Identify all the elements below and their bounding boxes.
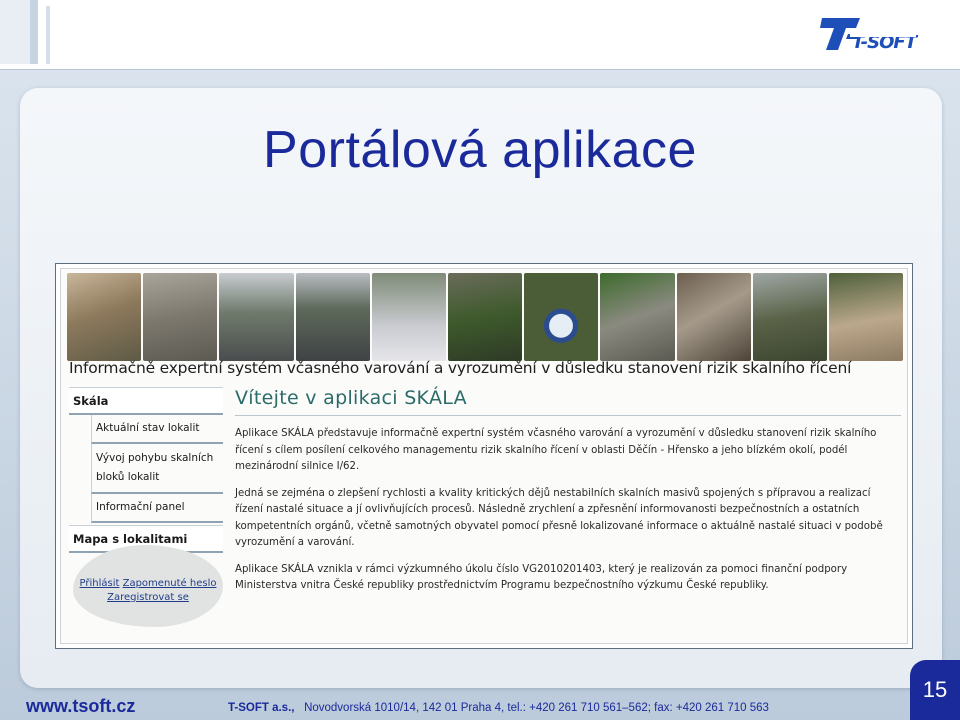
register-link[interactable]: Zaregistrovat se [107, 592, 189, 603]
app-screenshot: Informačně expertní systém včasného varo… [55, 263, 913, 649]
welcome-title: Vítejte v aplikaci SKÁLA [235, 387, 901, 416]
app-window: Informačně expertní systém včasného varo… [60, 268, 908, 644]
photo-road-wet [219, 273, 294, 361]
tsoft-logo: T-SOFT [820, 18, 920, 53]
slide-title: Portálová aplikace [263, 121, 697, 179]
top-header-bar: T-SOFT [0, 0, 960, 70]
app-content: Vítejte v aplikaci SKÁLA Aplikace SKÁLA … [235, 387, 901, 605]
footer-address: T-SOFT a.s., Novodvorská 1010/14, 142 01… [228, 702, 769, 714]
sidebar-item-aktualni-stav[interactable]: Aktuální stav lokalit [91, 415, 223, 444]
sidebar-item-vyvoj-pohybu[interactable]: Vývoj pohybu skalních bloků lokalit [91, 444, 223, 494]
photo-rock-site [447, 273, 523, 361]
photo-road-wet-2 [295, 273, 370, 361]
header-decoration [0, 0, 38, 64]
photo-rock-cliff [67, 273, 142, 361]
login-links: Přihlásit Zapomenuté heslo Zaregistrovat… [73, 577, 223, 605]
footer-website[interactable]: www.tsoft.cz [26, 696, 135, 717]
login-link[interactable]: Přihlásit [80, 578, 120, 589]
photo-police-car [371, 273, 446, 361]
content-paragraph-3: Aplikace SKÁLA vznikla v rámci výzkumnéh… [235, 563, 848, 592]
photo-forest-rock [752, 273, 827, 361]
photo-mossy-rocks [600, 273, 675, 361]
sidebar-item-skala[interactable]: Skála [69, 387, 223, 415]
photo-rock-face [676, 273, 751, 361]
forgot-password-link[interactable]: Zapomenuté heslo [123, 578, 217, 589]
photo-rock-wall [143, 273, 218, 361]
footer-company: T-SOFT a.s., [228, 702, 295, 714]
header-accent-line [46, 6, 50, 64]
app-sidebar: Skála Aktuální stav lokalit Vývoj pohybu… [69, 387, 223, 553]
sidebar-item-informacni-panel[interactable]: Informační panel [91, 494, 223, 523]
content-paragraph-2: Jedná se zejména o zlepšení rychlosti a … [235, 487, 883, 549]
app-banner-title: Informačně expertní systém včasného varo… [69, 359, 852, 377]
page-number-badge: 15 [910, 660, 960, 720]
content-paragraph-1: Aplikace SKÁLA představuje informačně ex… [235, 428, 877, 472]
footer-address-text: Novodvorská 1010/14, 142 01 Praha 4, tel… [304, 702, 769, 714]
photo-rockfall-debris [828, 273, 904, 361]
photo-road-sign [524, 273, 599, 361]
photo-strip [67, 273, 904, 361]
